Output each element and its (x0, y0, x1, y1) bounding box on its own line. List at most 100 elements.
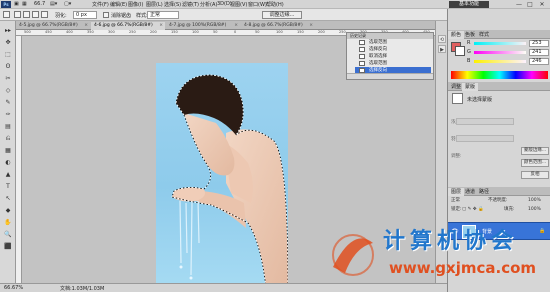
minimize-button[interactable]: — (514, 1, 524, 8)
lock-label: 锁定: (451, 207, 462, 212)
tool-icon-15[interactable]: ◆ (3, 207, 13, 214)
history-item[interactable]: 取消选择 (355, 53, 431, 60)
document-tabs: 4-5.jpg @ 66.7%(RGB/8#) × 4-6.jpg @ 66.7%… (16, 21, 447, 30)
menu-item-4[interactable]: 选择(S) (164, 1, 181, 8)
style-select[interactable]: 正常 (147, 11, 179, 19)
history-item-label: 选取范围 (369, 61, 387, 66)
tab-paths[interactable]: 路径 (476, 188, 492, 196)
refine-edge-button[interactable]: 调整边缘... (262, 11, 302, 19)
menu-icon-screenmode[interactable]: ▢▾ (64, 1, 71, 7)
tab-label: 4-5.jpg @ 66.7%(RGB/8#) (19, 23, 78, 28)
channel-b-label: B (467, 58, 471, 64)
zoom-level[interactable]: 66.7 (34, 1, 45, 7)
tool-icon-3[interactable]: ʘ (3, 63, 13, 70)
antialias-checkbox[interactable] (103, 12, 109, 18)
menu-item-10[interactable]: 帮助(H) (266, 1, 284, 8)
background-color-swatch[interactable] (455, 46, 465, 56)
menu-item-2[interactable]: 图像(I) (128, 1, 143, 8)
tool-icon-12[interactable]: ▲ (3, 171, 13, 178)
blend-mode-select[interactable]: 正常 (451, 198, 460, 203)
lock-icons[interactable]: ▢ ✎ ✥ 🔒 (462, 206, 484, 214)
ruler-tick-label: 500 (24, 30, 31, 34)
tool-icon-8[interactable]: ▤ (3, 123, 13, 130)
intersect-selection-icon[interactable] (41, 11, 48, 18)
channel-g-input[interactable]: 241 (529, 49, 549, 56)
invert-button[interactable]: 反相 (521, 171, 549, 179)
ruler-tick-label: 50 (213, 30, 218, 34)
tab-doc-2[interactable]: 4-6.jpg @ 66.7%(RGB/8#) × (91, 22, 165, 30)
tab-masks[interactable]: 蒙版 (462, 83, 479, 91)
new-selection-icon[interactable] (14, 11, 21, 18)
menu-item-0[interactable]: 文件(F) (92, 1, 109, 8)
ruler-tick-label: 200 (150, 30, 157, 34)
tab-close-icon[interactable]: × (234, 22, 238, 30)
tool-icon-9[interactable]: ⎌ (3, 135, 13, 142)
tool-icon-11[interactable]: ◐ (3, 159, 13, 166)
tool-icon-10[interactable]: ▦ (3, 147, 13, 154)
channel-b-input[interactable]: 246 (529, 58, 549, 65)
ruler-tick-label: 400 (66, 30, 73, 34)
tool-icon-14[interactable]: ↖ (3, 195, 13, 202)
channel-r-slider[interactable] (474, 42, 526, 45)
tab-styles[interactable]: 样式 (476, 31, 492, 39)
menu-item-8[interactable]: 视图(V) (230, 1, 247, 8)
tool-icon-1[interactable]: ✥ (3, 39, 13, 46)
history-item[interactable]: 选取范围 (355, 60, 431, 67)
add-selection-icon[interactable] (23, 11, 30, 18)
tool-icon-5[interactable]: ◇ (3, 87, 13, 94)
menu-icon-minibridge[interactable]: ▦ (22, 1, 27, 7)
tool-icon-16[interactable]: ✋ (3, 219, 13, 226)
channel-g-slider[interactable] (474, 51, 526, 54)
feather-input[interactable]: 0 px (73, 11, 97, 19)
watermark-logo-icon (332, 234, 374, 276)
history-panel-footer (347, 73, 433, 79)
tool-icon-7[interactable]: ✑ (3, 111, 13, 118)
menu-item-9[interactable]: 窗口(W) (248, 1, 267, 8)
channel-r-input[interactable]: 253 (529, 40, 549, 47)
menu-item-6[interactable]: 分析(A) (200, 1, 217, 8)
color-range-button[interactable]: 颜色范围... (521, 159, 549, 167)
tool-icon-0[interactable]: ▸▸ (3, 27, 13, 34)
mask-edge-button[interactable]: 蒙版边缘... (521, 147, 549, 155)
tool-icon-2[interactable]: ⬚ (3, 51, 13, 58)
menu-item-1[interactable]: 编辑(E) (110, 1, 127, 8)
mask-feather-field[interactable] (456, 135, 514, 142)
tab-close-icon[interactable]: × (159, 22, 163, 30)
tab-doc-3[interactable]: 4-7.jpg @ 100%(RGB/8#) × (166, 22, 240, 30)
layers-panel-header: 图层 通道 路径 (448, 187, 550, 196)
density-field[interactable] (456, 118, 514, 125)
tab-doc-1[interactable]: 4-5.jpg @ 66.7%(RGB/8#) × (16, 22, 90, 30)
close-button[interactable]: ✕ (537, 1, 547, 8)
history-item[interactable]: 选取范围 (355, 39, 431, 46)
ruler-tick-label: 350 (87, 30, 94, 34)
menu-item-5[interactable]: 滤镜(T) (182, 1, 199, 8)
marquee-tool-icon[interactable] (3, 11, 10, 18)
fill-input[interactable]: 100% (528, 206, 541, 214)
tool-icon-13[interactable]: T (3, 183, 13, 190)
color-spectrum-bar[interactable] (451, 71, 548, 79)
workspace-button[interactable]: 基本功能 (449, 1, 489, 8)
opacity-input[interactable]: 100% (528, 197, 541, 205)
tab-close-icon[interactable]: × (309, 22, 313, 30)
history-panel-toggle-icon[interactable]: ⟲ (438, 35, 446, 43)
status-zoom[interactable]: 66.67% (4, 285, 23, 291)
tool-icon-18[interactable]: ⬛ (3, 243, 13, 250)
channel-b-slider[interactable] (474, 60, 526, 63)
tool-icon-6[interactable]: ✎ (3, 99, 13, 106)
feather-label: 羽化: (55, 13, 67, 19)
tool-icon-17[interactable]: 🔍 (3, 231, 13, 238)
tab-doc-4[interactable]: 4-8.jpg @ 66.7%(RGB/8#) × (241, 22, 315, 30)
refine-label: 调整: (451, 154, 462, 159)
tab-label: 4-6.jpg @ 66.7%(RGB/8#) (94, 23, 153, 28)
maximize-button[interactable]: □ (525, 1, 535, 8)
menu-icon-bridge[interactable]: ▣ (14, 1, 19, 7)
menu-item-3[interactable]: 图层(L) (146, 1, 163, 8)
tab-close-icon[interactable]: × (84, 22, 88, 30)
actions-panel-toggle-icon[interactable]: ▶ (438, 45, 446, 53)
subtract-selection-icon[interactable] (32, 11, 39, 18)
menu-icon-arrange[interactable]: ▤▾ (50, 1, 57, 7)
tool-icon-4[interactable]: ✂ (3, 75, 13, 82)
document-image[interactable] (156, 63, 288, 288)
mask-panel-title: 未选择蒙版 (467, 97, 493, 103)
history-item[interactable]: 选择反向 (355, 46, 431, 53)
